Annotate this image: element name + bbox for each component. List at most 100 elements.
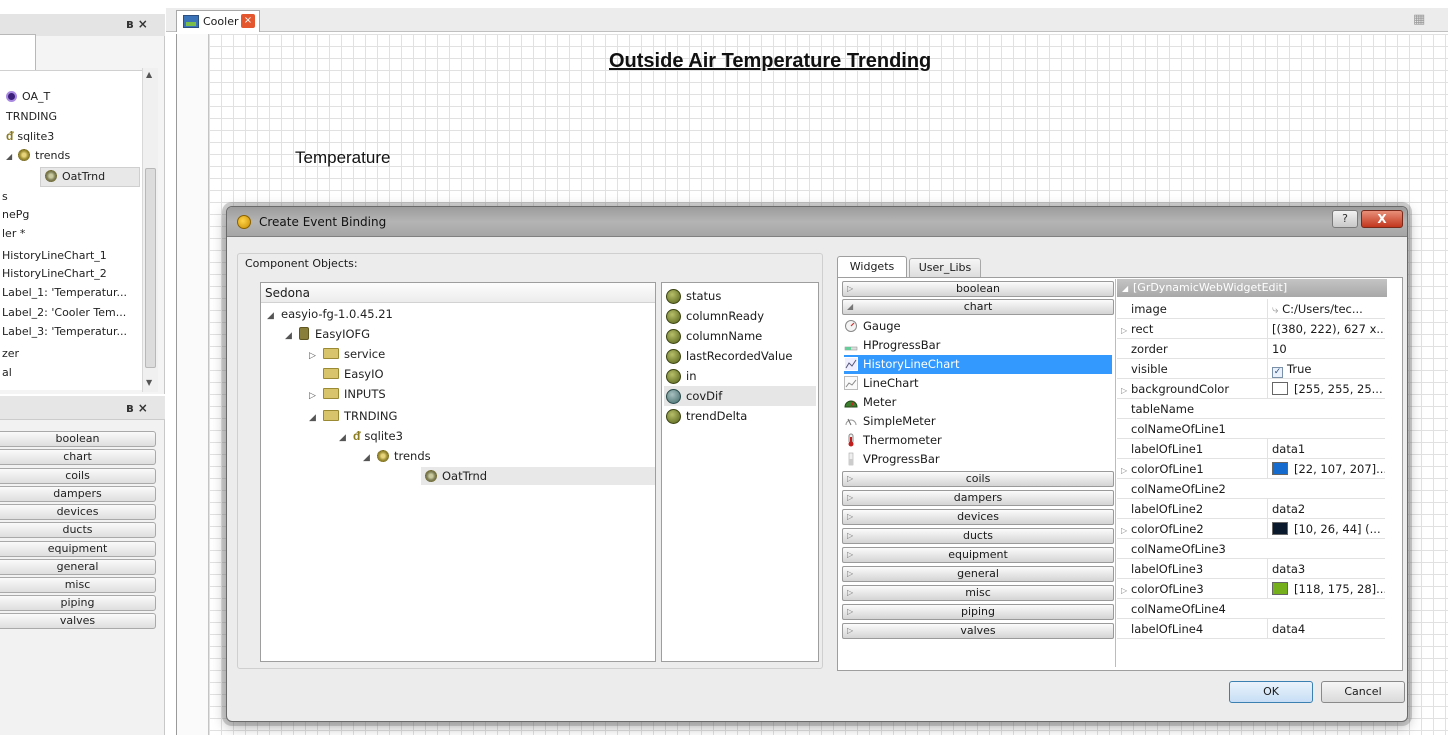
expanded-arrow-icon[interactable]: ◢: [267, 307, 281, 325]
tab-user-libs[interactable]: User_Libs: [909, 258, 981, 278]
canvas-title-label[interactable]: Outside Air Temperature Trending: [609, 50, 931, 73]
palette-category-dampers[interactable]: dampers: [0, 486, 156, 502]
slot-list[interactable]: status columnReady columnName lastRecord…: [661, 282, 819, 662]
widget-item-hprogressbar[interactable]: HProgressBar: [844, 336, 1112, 355]
property-row-backgroundColor[interactable]: ▷ backgroundColor [255, 255, 25...: [1117, 379, 1385, 399]
cancel-button[interactable]: Cancel: [1321, 681, 1405, 703]
expanded-arrow-icon[interactable]: ◢: [363, 449, 377, 467]
left-tree-item[interactable]: ◢ trends: [6, 149, 70, 162]
property-row-colNameOfLine3[interactable]: colNameOfLine3: [1117, 539, 1385, 559]
tree-node-selected[interactable]: OatTrnd: [411, 467, 487, 485]
property-value[interactable]: ✓ True: [1267, 359, 1385, 379]
widget-item-historylinechart-selected[interactable]: HistoryLineChart: [844, 355, 1112, 374]
tree-node[interactable]: ◢ TRNDING: [309, 407, 397, 425]
widget-item-meter[interactable]: Meter: [844, 393, 1112, 412]
left-tree-item[interactable]: ᵭ sqlite3: [6, 129, 54, 143]
widget-category-devices[interactable]: ▷ devices: [842, 509, 1114, 525]
tree-node[interactable]: ◢ easyio-fg-1.0.45.21: [267, 305, 393, 323]
widget-item-gauge[interactable]: Gauge: [844, 317, 1112, 336]
tree-node[interactable]: ◢ ᵭ sqlite3: [339, 427, 403, 445]
slot-item[interactable]: status: [666, 286, 814, 306]
palette-float-close-controls[interactable]: ʙ ×: [126, 401, 148, 415]
property-row-colorOfLine2[interactable]: ▷ colorOfLine2 [10, 26, 44] (...: [1117, 519, 1385, 539]
collapsed-arrow-icon[interactable]: ▷: [1121, 521, 1131, 541]
slot-item[interactable]: trendDelta: [666, 406, 814, 426]
palette-category-misc[interactable]: misc: [0, 577, 156, 593]
left-tree-item[interactable]: s: [2, 190, 8, 203]
left-tree-item[interactable]: Label_2: 'Cooler Tem...: [2, 306, 126, 319]
component-tree[interactable]: Sedona ◢ easyio-fg-1.0.45.21 ◢ EasyIOFG ▷ s…: [260, 282, 656, 662]
palette-category-valves[interactable]: valves: [0, 613, 156, 629]
close-tab-icon[interactable]: ×: [241, 14, 255, 28]
widget-category-ducts[interactable]: ▷ ducts: [842, 528, 1114, 544]
widget-category-equipment[interactable]: ▷ equipment: [842, 547, 1114, 563]
palette-category-general[interactable]: general: [0, 559, 156, 575]
widget-category-valves[interactable]: ▷ valves: [842, 623, 1114, 639]
property-value[interactable]: [(380, 222), 627 x...: [1267, 319, 1385, 339]
property-row-visible[interactable]: visible ✓ True: [1117, 359, 1385, 379]
collapsed-arrow-icon[interactable]: ▷: [1121, 461, 1131, 481]
expanded-arrow-icon[interactable]: ◢: [285, 327, 299, 345]
slot-item[interactable]: columnReady: [666, 306, 814, 326]
canvas-temperature-label[interactable]: Temperature: [295, 148, 390, 168]
widget-item-vprogressbar[interactable]: VProgressBar: [844, 450, 1112, 469]
slot-item[interactable]: in: [666, 366, 814, 386]
widget-item-linechart[interactable]: LineChart: [844, 374, 1112, 393]
left-tree-scrollbar[interactable]: ▲ ▼: [142, 68, 158, 392]
palette-category-chart[interactable]: chart: [0, 449, 156, 465]
left-tree-item[interactable]: HistoryLineChart_2: [2, 267, 107, 280]
left-tree-item[interactable]: nePg: [2, 208, 29, 221]
grid-toggle-icon[interactable]: ▦: [1413, 12, 1429, 28]
property-value[interactable]: [118, 175, 28]...: [1267, 579, 1385, 599]
property-row-labelOfLine2[interactable]: labelOfLine2 data2: [1117, 499, 1385, 519]
expanded-arrow-icon[interactable]: ◢: [6, 152, 12, 161]
property-row-tableName[interactable]: tableName: [1117, 399, 1385, 419]
property-value[interactable]: [22, 107, 207]...: [1267, 459, 1385, 479]
property-row-labelOfLine4[interactable]: labelOfLine4 data4: [1117, 619, 1385, 639]
property-row-colNameOfLine4[interactable]: colNameOfLine4: [1117, 599, 1385, 619]
tree-node[interactable]: ◢ trends: [363, 447, 431, 465]
property-value[interactable]: data1: [1267, 439, 1385, 459]
property-value[interactable]: data4: [1267, 619, 1385, 639]
help-button[interactable]: ?: [1332, 210, 1358, 228]
palette-category-piping[interactable]: piping: [0, 595, 156, 611]
property-row-colNameOfLine1[interactable]: colNameOfLine1: [1117, 419, 1385, 439]
widget-category-piping[interactable]: ▷ piping: [842, 604, 1114, 620]
collapsed-arrow-icon[interactable]: ▷: [1121, 381, 1131, 401]
left-tree-item[interactable]: HistoryLineChart_1: [2, 249, 107, 262]
property-value[interactable]: [255, 255, 25...: [1267, 379, 1385, 399]
tree-node[interactable]: ◢ EasyIOFG: [285, 325, 370, 343]
color-swatch[interactable]: [1272, 462, 1288, 475]
widget-category-general[interactable]: ▷ general: [842, 566, 1114, 582]
tree-node[interactable]: ▷ service: [309, 345, 385, 363]
collapsed-arrow-icon[interactable]: ▷: [309, 347, 323, 365]
widget-item-thermometer[interactable]: Thermometer: [844, 431, 1112, 450]
collapsed-arrow-icon[interactable]: ▷: [309, 387, 323, 405]
property-value[interactable]: ⤷ C:/Users/tec...: [1267, 299, 1385, 319]
collapsed-arrow-icon[interactable]: ▷: [1121, 581, 1131, 601]
color-swatch[interactable]: [1272, 522, 1288, 535]
property-value[interactable]: 10: [1267, 339, 1385, 359]
property-value[interactable]: data2: [1267, 499, 1385, 519]
left-tree-item[interactable]: ler *: [2, 227, 25, 240]
property-row-colorOfLine1[interactable]: ▷ colorOfLine1 [22, 107, 207]...: [1117, 459, 1385, 479]
property-row-zorder[interactable]: zorder 10: [1117, 339, 1385, 359]
palette-category-coils[interactable]: coils: [0, 468, 156, 484]
property-row-colNameOfLine2[interactable]: colNameOfLine2: [1117, 479, 1385, 499]
tree-node[interactable]: EasyIO: [309, 365, 384, 383]
left-tree-item-selected[interactable]: OatTrnd: [40, 167, 140, 187]
color-swatch[interactable]: [1272, 582, 1288, 595]
property-row-rect[interactable]: ▷ rect [(380, 222), 627 x...: [1117, 319, 1385, 339]
left-tree-item[interactable]: OA_T: [6, 90, 50, 103]
scroll-down-icon[interactable]: ▼: [146, 378, 152, 387]
slot-item[interactable]: columnName: [666, 326, 814, 346]
property-grid[interactable]: ◢ [GrDynamicWebWidgetEdit] image ⤷ C:/User…: [1117, 279, 1402, 667]
ok-button[interactable]: OK: [1229, 681, 1313, 703]
panel-float-close-controls[interactable]: ʙ ×: [126, 17, 148, 31]
scroll-up-icon[interactable]: ▲: [146, 70, 152, 79]
widget-category-chart[interactable]: ◢ chart: [842, 299, 1114, 315]
left-tree-item[interactable]: zer: [2, 347, 19, 360]
property-row-labelOfLine1[interactable]: labelOfLine1 data1: [1117, 439, 1385, 459]
color-swatch[interactable]: [1272, 382, 1288, 395]
tab-cooler[interactable]: Cooler ×: [176, 10, 260, 32]
